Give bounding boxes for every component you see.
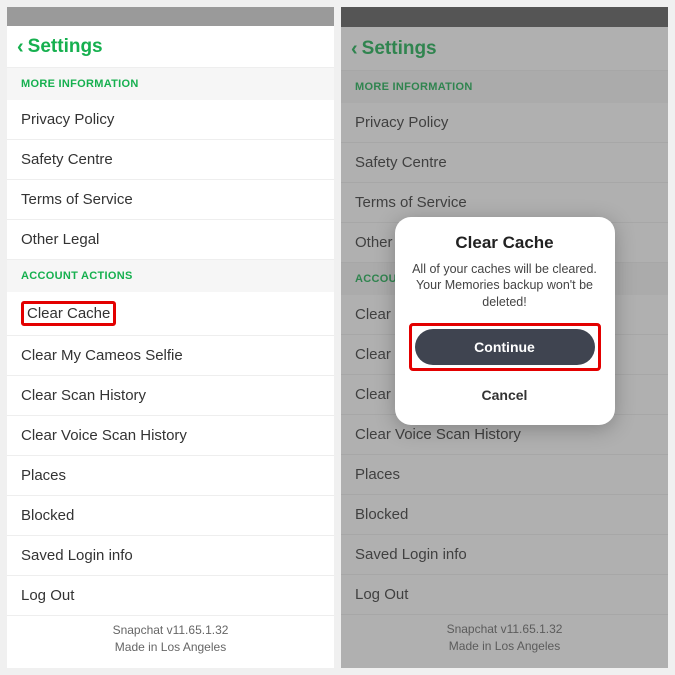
row-label: Terms of Service (21, 191, 133, 208)
row-label: Clear Voice Scan History (355, 426, 521, 443)
row-label: Safety Centre (21, 151, 113, 168)
row-label: Blocked (355, 506, 408, 523)
row-privacy-policy[interactable]: Privacy Policy (7, 100, 334, 140)
row-saved-login[interactable]: Saved Login info (341, 535, 668, 575)
row-log-out[interactable]: Log Out (341, 575, 668, 615)
back-icon[interactable]: ‹ (17, 37, 24, 57)
screen-left: ‹ Settings MORE INFORMATION Privacy Poli… (7, 7, 334, 668)
section-account-actions: ACCOUNT ACTIONS (7, 260, 334, 292)
screen-right: ‹ Settings MORE INFORMATION Privacy Poli… (341, 7, 668, 668)
row-clear-scan-history[interactable]: Clear Scan History (7, 376, 334, 416)
row-places[interactable]: Places (341, 455, 668, 495)
row-label: Log Out (355, 586, 408, 603)
page-title: Settings (362, 38, 437, 60)
row-clear-voice-scan[interactable]: Clear Voice Scan History (7, 416, 334, 456)
row-label: Blocked (21, 507, 74, 524)
statusbar (7, 7, 334, 26)
footer: Snapchat v11.65.1.32 Made in Los Angeles (341, 615, 668, 668)
row-saved-login[interactable]: Saved Login info (7, 536, 334, 576)
back-icon[interactable]: ‹ (351, 39, 358, 59)
cancel-button[interactable]: Cancel (409, 379, 601, 411)
header: ‹ Settings (7, 26, 334, 68)
made-in-text: Made in Los Angeles (7, 639, 334, 656)
section-more-information: MORE INFORMATION (7, 68, 334, 100)
modal-body: All of your caches will be cleared. Your… (409, 260, 601, 311)
row-label: Saved Login info (355, 546, 467, 563)
row-label: Safety Centre (355, 154, 447, 171)
modal-title: Clear Cache (409, 232, 601, 252)
clear-cache-modal: Clear Cache All of your caches will be c… (395, 216, 615, 425)
row-clear-cache[interactable]: Clear Cache (7, 292, 334, 336)
continue-highlight: Continue (409, 323, 601, 371)
header: ‹ Settings (341, 27, 668, 71)
row-label: Clear Scan History (21, 387, 146, 404)
row-safety-centre[interactable]: Safety Centre (7, 140, 334, 180)
row-label: Privacy Policy (21, 111, 114, 128)
continue-button[interactable]: Continue (415, 329, 595, 365)
row-label: Places (21, 467, 66, 484)
row-terms-of-service[interactable]: Terms of Service (7, 180, 334, 220)
row-label: Log Out (21, 587, 74, 604)
row-label: Clear My Cameos Selfie (21, 347, 183, 364)
row-other-legal[interactable]: Other Legal (7, 220, 334, 260)
row-label: Places (355, 466, 400, 483)
section-more-information: MORE INFORMATION (341, 71, 668, 103)
version-text: Snapchat v11.65.1.32 (447, 622, 563, 636)
row-label: Clear Voice Scan History (21, 427, 187, 444)
footer: Snapchat v11.65.1.32 Made in Los Angeles (7, 616, 334, 668)
version-text: Snapchat v11.65.1.32 (113, 623, 229, 637)
row-places[interactable]: Places (7, 456, 334, 496)
row-blocked[interactable]: Blocked (7, 496, 334, 536)
page-title: Settings (28, 36, 103, 58)
row-log-out[interactable]: Log Out (7, 576, 334, 616)
row-label: Clear Cache (21, 301, 116, 326)
row-blocked[interactable]: Blocked (341, 495, 668, 535)
row-label: Other Legal (21, 231, 99, 248)
made-in-text: Made in Los Angeles (341, 638, 668, 655)
row-label: Terms of Service (355, 194, 467, 211)
row-privacy-policy[interactable]: Privacy Policy (341, 103, 668, 143)
row-safety-centre[interactable]: Safety Centre (341, 143, 668, 183)
statusbar (341, 7, 668, 27)
row-label: Saved Login info (21, 547, 133, 564)
row-label: Privacy Policy (355, 114, 448, 131)
row-clear-cameos[interactable]: Clear My Cameos Selfie (7, 336, 334, 376)
